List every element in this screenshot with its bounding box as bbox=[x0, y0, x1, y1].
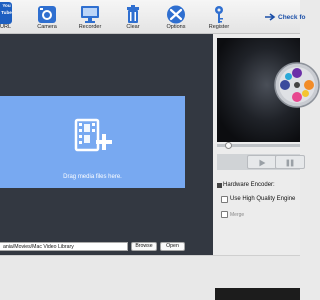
pause-icon bbox=[286, 159, 294, 167]
hardware-encoder-label: Hardware Encoder: bbox=[223, 182, 275, 188]
check-update-link[interactable]: Check fo bbox=[278, 14, 305, 21]
register-button[interactable]: Register bbox=[199, 0, 239, 34]
recorder-button[interactable]: Recorder bbox=[70, 0, 110, 34]
pause-button[interactable] bbox=[275, 155, 305, 169]
add-media-icon bbox=[74, 118, 112, 152]
hardware-encoder-icon bbox=[217, 183, 222, 188]
high-quality-label: Use High Quality Engine bbox=[230, 196, 296, 202]
update-arrow-icon bbox=[265, 13, 276, 21]
camera-icon bbox=[38, 6, 56, 23]
options-button[interactable]: Options bbox=[156, 0, 196, 34]
video-preview bbox=[217, 38, 320, 142]
browse-button[interactable]: Browse bbox=[131, 242, 157, 251]
playback-controls bbox=[217, 154, 305, 170]
toolbar: You Tube URL Camera Recorder Clear Optio… bbox=[0, 0, 305, 34]
clear-button[interactable]: Clear bbox=[113, 0, 153, 34]
drop-zone[interactable]: Drag media files here. bbox=[0, 96, 185, 188]
options-label: Options bbox=[166, 24, 186, 30]
preview-panel: Hardware Encoder: Use High Quality Engin… bbox=[213, 34, 320, 255]
register-label: Register bbox=[208, 24, 230, 30]
play-icon bbox=[259, 159, 266, 167]
drop-hint-text: Drag media files here. bbox=[63, 174, 122, 180]
tools-icon bbox=[167, 5, 185, 24]
merge-checkbox[interactable] bbox=[221, 211, 228, 218]
open-button[interactable]: Open bbox=[160, 242, 185, 251]
key-icon bbox=[215, 6, 223, 23]
file-list-area[interactable]: Drag media files here. bbox=[0, 34, 213, 255]
output-path-field[interactable]: ania/Movies/Mac Video Library bbox=[0, 242, 128, 251]
trash-icon bbox=[127, 5, 139, 23]
camera-button[interactable]: Camera bbox=[27, 0, 67, 34]
youtube-url-label: URL bbox=[0, 24, 12, 30]
high-quality-checkbox[interactable] bbox=[221, 196, 228, 203]
youtube-url-button[interactable]: You Tube URL bbox=[0, 0, 20, 34]
recorder-label: Recorder bbox=[78, 24, 102, 30]
film-reel-icon bbox=[274, 62, 320, 108]
clear-label: Clear bbox=[126, 24, 140, 30]
play-button[interactable] bbox=[247, 155, 277, 169]
camera-label: Camera bbox=[37, 24, 57, 30]
playback-progress-knob[interactable] bbox=[225, 142, 232, 149]
youtube-icon: You Tube bbox=[0, 2, 12, 24]
monitor-icon bbox=[81, 6, 99, 23]
run-button-area bbox=[215, 288, 300, 300]
merge-label: Merge bbox=[230, 212, 245, 218]
